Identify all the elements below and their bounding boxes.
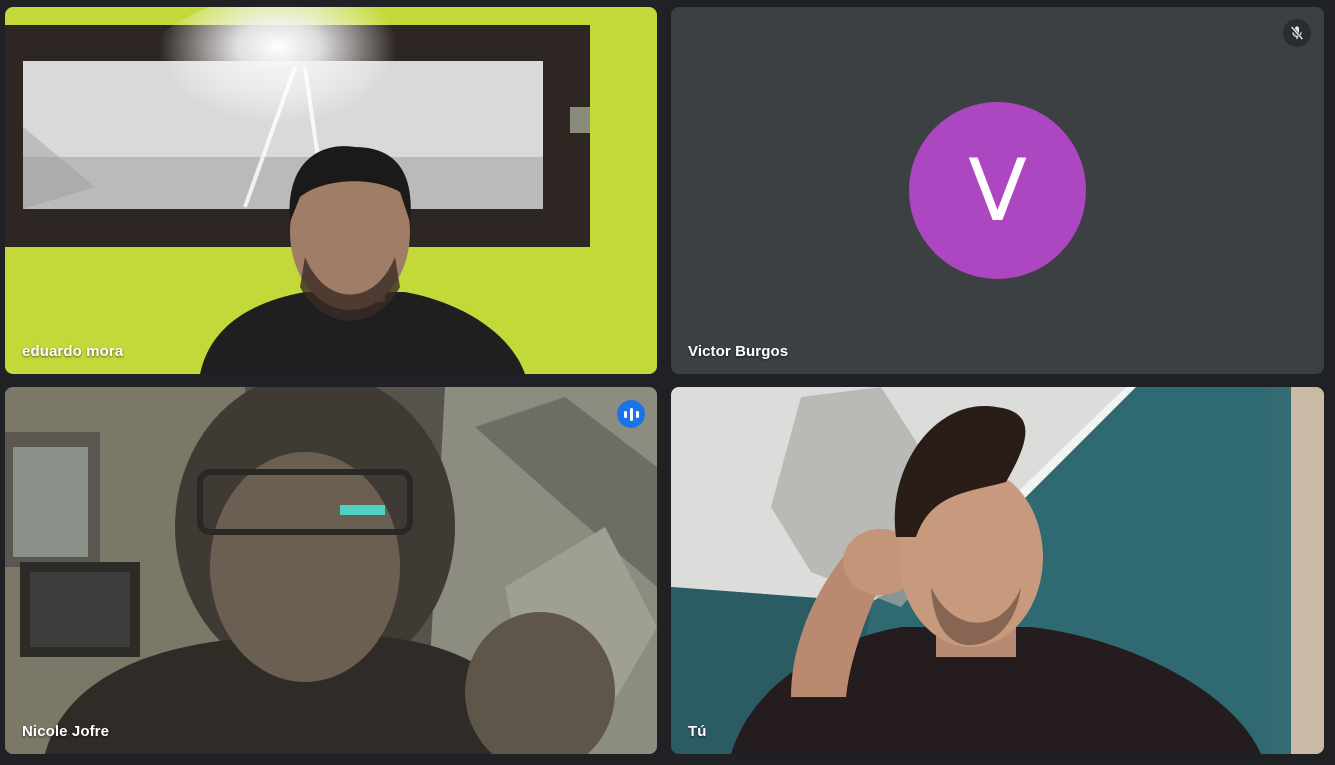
participant-tile-self[interactable]: Tú xyxy=(671,387,1324,754)
avatar-initial: V xyxy=(968,140,1027,241)
participant-tile-nicole-jofre[interactable]: Nicole Jofre xyxy=(5,387,657,754)
avatar: V xyxy=(909,102,1086,279)
participant-video xyxy=(5,387,657,754)
participant-name: Victor Burgos xyxy=(688,343,789,360)
participant-name: Tú xyxy=(688,723,707,740)
participant-tile-eduardo-mora[interactable]: eduardo mora xyxy=(5,7,657,374)
participant-video xyxy=(671,387,1324,754)
participant-name: eduardo mora xyxy=(22,343,124,360)
participant-video xyxy=(5,7,657,374)
mic-off-icon xyxy=(1283,19,1311,47)
audio-level-icon xyxy=(617,400,645,428)
participant-tile-victor-burgos[interactable]: V Victor Burgos xyxy=(671,7,1324,374)
participant-name: Nicole Jofre xyxy=(22,723,110,740)
